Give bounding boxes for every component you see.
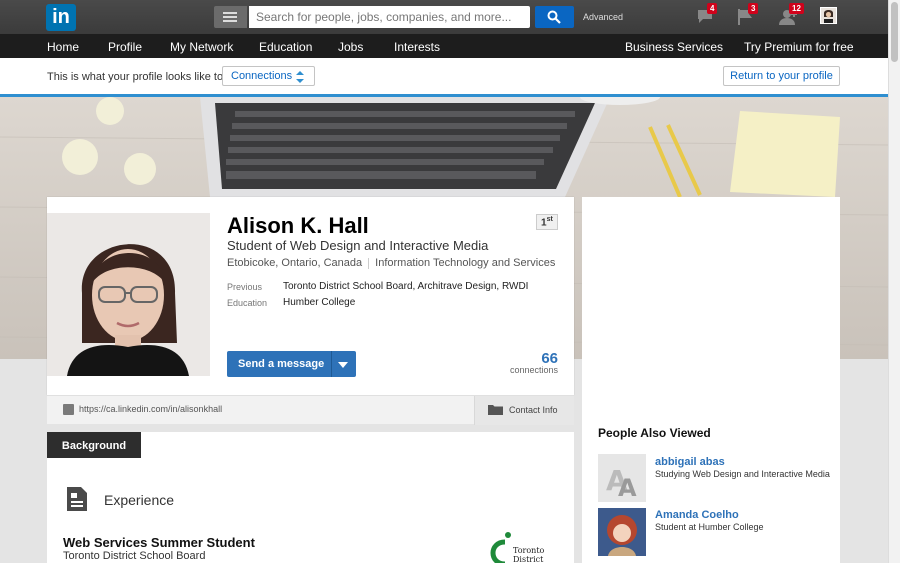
profile-photo[interactable] bbox=[47, 213, 210, 376]
account-avatar[interactable] bbox=[820, 7, 837, 24]
linkedin-logo[interactable]: in bbox=[46, 4, 76, 31]
education-label: Education bbox=[227, 298, 268, 308]
profile-headline: Student of Web Design and Interactive Me… bbox=[227, 238, 489, 253]
nav-jobs[interactable]: Jobs bbox=[338, 40, 363, 54]
people-also-viewed-title: People Also Viewed bbox=[598, 426, 711, 440]
nav-education[interactable]: Education bbox=[259, 40, 312, 54]
connections-label: connections bbox=[509, 365, 558, 375]
folder-icon bbox=[488, 405, 503, 415]
view-as-value: Connections bbox=[231, 70, 293, 82]
person-photo-image: A A bbox=[598, 454, 646, 502]
svg-text:A: A bbox=[618, 474, 637, 502]
profile-location[interactable]: Etobicoke, Ontario, Canada bbox=[227, 257, 362, 269]
profile-industry[interactable]: Information Technology and Services bbox=[375, 257, 555, 269]
nav-interests[interactable]: Interests bbox=[394, 40, 440, 54]
background-tab[interactable]: Background bbox=[47, 432, 141, 458]
person-photo[interactable] bbox=[598, 508, 646, 556]
notifications-button[interactable]: 3 bbox=[735, 3, 761, 28]
degree-suffix: st bbox=[546, 216, 553, 223]
location-industry: Etobicoke, Ontario, Canada Information Te… bbox=[227, 257, 555, 269]
company-logo[interactable]: Toronto District bbox=[487, 530, 547, 563]
send-message-button[interactable]: Send a message bbox=[227, 351, 356, 377]
job-title[interactable]: Web Services Summer Student bbox=[63, 535, 255, 550]
person-name[interactable]: abbigail abas bbox=[655, 456, 725, 468]
contact-info-button[interactable]: Contact Info bbox=[474, 396, 574, 425]
background-section: Background Experience Web Services Summe… bbox=[47, 432, 574, 563]
profile-card-footer: https://ca.linkedin.com/in/alisonkhall C… bbox=[47, 395, 574, 425]
button-divider bbox=[331, 351, 332, 377]
nav-business-services[interactable]: Business Services bbox=[625, 40, 723, 54]
sort-arrows-icon bbox=[296, 71, 304, 83]
main-nav: Home Profile My Network Education Jobs I… bbox=[0, 34, 888, 58]
person-name[interactable]: Amanda Coelho bbox=[655, 509, 739, 521]
profile-name: Alison K. Hall bbox=[227, 213, 369, 238]
person-photo[interactable]: A A bbox=[598, 454, 646, 502]
right-sidebar: People Also Viewed A A abbigail abas Stu… bbox=[582, 197, 840, 563]
connection-degree-badge: 1st bbox=[536, 214, 558, 231]
view-as-select[interactable]: Connections bbox=[222, 66, 315, 86]
search-input[interactable] bbox=[249, 6, 530, 28]
notifications-badge: 3 bbox=[748, 3, 759, 14]
profile-view-bar: This is what your profile looks like to … bbox=[0, 58, 888, 94]
contact-info-label: Contact Info bbox=[509, 405, 558, 415]
messages-button[interactable]: 4 bbox=[694, 3, 720, 28]
person-photo-image bbox=[598, 508, 646, 556]
separator bbox=[368, 257, 370, 269]
previous-label: Previous bbox=[227, 282, 263, 292]
page-scrollbar[interactable] bbox=[888, 0, 900, 563]
nav-try-premium[interactable]: Try Premium for free bbox=[744, 40, 854, 54]
send-message-label: Send a message bbox=[238, 358, 325, 370]
avatar-icon bbox=[821, 8, 836, 23]
add-connections-button[interactable]: 12 bbox=[776, 3, 804, 28]
logo-text-line-1: Toronto bbox=[513, 546, 545, 555]
public-profile-url[interactable]: https://ca.linkedin.com/in/alisonkhall bbox=[79, 404, 222, 414]
nav-profile[interactable]: Profile bbox=[108, 40, 142, 54]
messages-badge: 4 bbox=[707, 3, 718, 14]
company-name[interactable]: Toronto District School Board bbox=[63, 550, 205, 562]
nav-my-network[interactable]: My Network bbox=[170, 40, 233, 54]
profile-view-text: This is what your profile looks like to bbox=[47, 71, 224, 83]
profile-photo-image bbox=[47, 213, 210, 376]
logo-text-line-2: District bbox=[513, 555, 544, 563]
advanced-search-link[interactable]: Advanced bbox=[583, 12, 623, 22]
menu-icon bbox=[223, 12, 237, 22]
person-headline: Student at Humber College bbox=[655, 522, 764, 532]
chevron-down-icon[interactable] bbox=[338, 362, 348, 368]
linkedin-icon bbox=[63, 404, 74, 415]
experience-heading: Experience bbox=[104, 492, 175, 508]
top-bar: in Advanced 4 3 12 bbox=[0, 0, 888, 34]
search-icon bbox=[547, 10, 561, 24]
search-category-button[interactable] bbox=[214, 6, 247, 28]
experience-icon bbox=[67, 487, 87, 511]
connections-badge: 12 bbox=[789, 3, 804, 14]
profile-card: Alison K. Hall 1st Student of Web Design… bbox=[47, 197, 574, 395]
previous-value[interactable]: Toronto District School Board, Architrav… bbox=[283, 281, 528, 292]
return-to-profile-button[interactable]: Return to your profile bbox=[723, 66, 840, 86]
person-headline: Studying Web Design and Interactive Medi… bbox=[655, 469, 830, 479]
nav-home[interactable]: Home bbox=[47, 40, 79, 54]
search-button[interactable] bbox=[535, 6, 574, 28]
scrollbar-thumb[interactable] bbox=[891, 2, 898, 62]
education-value[interactable]: Humber College bbox=[283, 297, 355, 308]
